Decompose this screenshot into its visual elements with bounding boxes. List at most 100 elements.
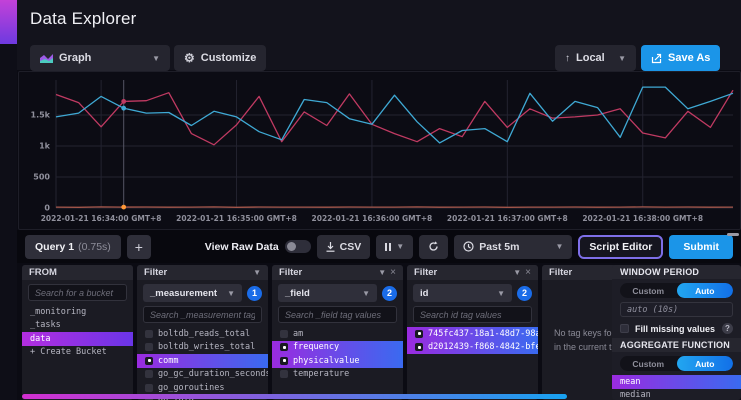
item-label: data [30, 334, 50, 344]
list-item[interactable]: 745fc437-18a1-48d7-98a6-7.. [407, 327, 538, 341]
filter-panel-header[interactable]: Filter ▼ [137, 265, 268, 280]
measurement-search-input[interactable] [143, 306, 262, 323]
from-title: FROM [29, 267, 57, 278]
item-label: boltdb_writes_total [158, 342, 255, 352]
list-item[interactable]: temperature [272, 368, 403, 382]
item-label: 745fc437-18a1-48d7-98a6-7.. [428, 329, 538, 339]
checkbox[interactable] [145, 370, 153, 378]
checkbox[interactable] [415, 343, 423, 351]
item-label: comm [158, 356, 178, 366]
help-icon[interactable]: ? [722, 323, 733, 334]
toggle-knob [287, 242, 296, 251]
close-icon[interactable]: × [390, 267, 396, 278]
list-item[interactable]: am [272, 327, 403, 341]
chevron-down-icon: ▼ [253, 268, 261, 277]
auto-option[interactable]: Auto [677, 356, 734, 371]
influxdb-logo[interactable] [0, 0, 17, 44]
measurement-list: boltdb_reads_totalboltdb_writes_totalcom… [137, 327, 268, 400]
window-period-input[interactable] [620, 302, 733, 317]
id-search-input[interactable] [413, 306, 532, 323]
submit-button[interactable]: Submit [669, 235, 733, 259]
item-label: d2012439-f868-4842-bfef-8.. [428, 342, 538, 352]
list-item[interactable]: mean [612, 375, 741, 389]
list-item[interactable]: boltdb_writes_total [137, 341, 268, 355]
filter-key-label: id [420, 288, 428, 299]
refresh-button[interactable] [419, 235, 448, 259]
filter-panel-header[interactable]: Filter ▼ × [407, 265, 538, 280]
bucket-search-input[interactable] [28, 284, 127, 301]
horizontal-scrollbar[interactable] [22, 394, 567, 399]
bucket-list: _monitoring_tasksdata + Create Bucket [22, 305, 133, 400]
filter-panel-header[interactable]: Filter ▼ × [272, 265, 403, 280]
svg-text:2022-01-21 16:38:00 GMT+8: 2022-01-21 16:38:00 GMT+8 [582, 214, 703, 223]
script-editor-button[interactable]: Script Editor [578, 235, 663, 259]
list-item[interactable]: boltdb_reads_total [137, 327, 268, 341]
chart-area[interactable]: 05001k1.5k2022-01-21 16:34:00 GMT+82022-… [18, 71, 741, 230]
filter-panel-field: Filter ▼ × _field ▼ 2 amfrequencyphysica… [272, 265, 403, 400]
pause-button[interactable]: ▼ [376, 235, 413, 259]
scrollbar-thumb[interactable] [727, 233, 739, 236]
svg-text:2022-01-21 16:36:00 GMT+8: 2022-01-21 16:36:00 GMT+8 [312, 214, 433, 223]
checkbox[interactable] [145, 330, 153, 338]
list-item[interactable]: go_goroutines [137, 381, 268, 395]
visualization-type-label: Graph [59, 52, 91, 64]
view-raw-data-toggle[interactable] [285, 240, 311, 253]
window-period-panel: WINDOW PERIOD Custom Auto Fill missing v… [612, 265, 741, 400]
checkbox[interactable] [280, 343, 288, 351]
list-item[interactable]: frequency [272, 341, 403, 355]
csv-download-button[interactable]: CSV [317, 235, 371, 259]
list-item[interactable]: physicalvalue [272, 354, 403, 368]
gear-icon: ⚙ [184, 52, 195, 64]
checkbox[interactable] [145, 384, 153, 392]
filter-key-dropdown[interactable]: id ▼ [413, 284, 512, 302]
window-period-toggle[interactable]: Custom Auto [620, 283, 733, 298]
query-bar: Query 1 (0.75s) + View Raw Data CSV ▼ Pa… [17, 230, 741, 263]
submit-label: Submit [683, 241, 719, 253]
checkbox[interactable] [280, 357, 288, 365]
header: Data Explorer Graph ▼ ⚙ Customize ↑ Loca… [17, 0, 741, 70]
list-item[interactable]: comm [137, 354, 268, 368]
close-icon[interactable]: × [525, 267, 531, 278]
filter-panel-measurement: Filter ▼ _measurement ▼ 1 boltdb_reads_t… [137, 265, 268, 400]
aggregate-function-toggle[interactable]: Custom Auto [620, 356, 733, 371]
fill-missing-values-checkbox[interactable] [620, 324, 629, 333]
customize-button[interactable]: ⚙ Customize [174, 45, 266, 71]
list-item[interactable]: _tasks [22, 319, 133, 333]
checkbox[interactable] [145, 343, 153, 351]
pause-icon [385, 243, 391, 251]
list-item[interactable]: _monitoring [22, 305, 133, 319]
csv-label: CSV [340, 241, 362, 253]
checkbox[interactable] [415, 330, 423, 338]
custom-option[interactable]: Custom [620, 283, 677, 298]
field-search-input[interactable] [278, 306, 397, 323]
refresh-icon [428, 241, 439, 252]
item-label: go_goroutines [158, 383, 225, 393]
checkbox[interactable] [145, 357, 153, 365]
list-item[interactable]: data [22, 332, 133, 346]
time-range-dropdown[interactable]: Past 5m ▼ [454, 235, 572, 259]
filter-key-dropdown[interactable]: _field ▼ [278, 284, 377, 302]
list-item[interactable]: go_gc_duration_seconds [137, 368, 268, 382]
filter-key-dropdown[interactable]: _measurement ▼ [143, 284, 242, 302]
visualization-type-dropdown[interactable]: Graph ▼ [30, 45, 170, 71]
svg-text:500: 500 [33, 173, 50, 182]
checkbox[interactable] [280, 330, 288, 338]
from-panel: FROM _monitoring_tasksdata + Create Bucke… [22, 265, 133, 400]
add-query-button[interactable]: + [127, 235, 151, 259]
list-item[interactable]: median [612, 389, 741, 400]
timezone-dropdown[interactable]: ↑ Local ▼ [555, 45, 636, 71]
checkbox[interactable] [280, 370, 288, 378]
fill-missing-values-label: Fill missing values [635, 324, 716, 334]
auto-option[interactable]: Auto [677, 283, 734, 298]
save-as-button[interactable]: Save As [641, 45, 720, 71]
list-item[interactable]: + Create Bucket [22, 346, 133, 360]
window-period-header: WINDOW PERIOD [612, 265, 741, 279]
filter-key-label: _measurement [150, 288, 217, 299]
query-tab[interactable]: Query 1 (0.75s) [25, 235, 121, 259]
custom-option[interactable]: Custom [620, 356, 677, 371]
fill-missing-values-row: Fill missing values ? [612, 321, 741, 338]
list-item[interactable]: d2012439-f868-4842-bfef-8.. [407, 341, 538, 355]
query-tab-label: Query 1 [35, 241, 74, 253]
customize-label: Customize [201, 52, 257, 64]
chevron-down-icon: ▼ [497, 289, 505, 298]
